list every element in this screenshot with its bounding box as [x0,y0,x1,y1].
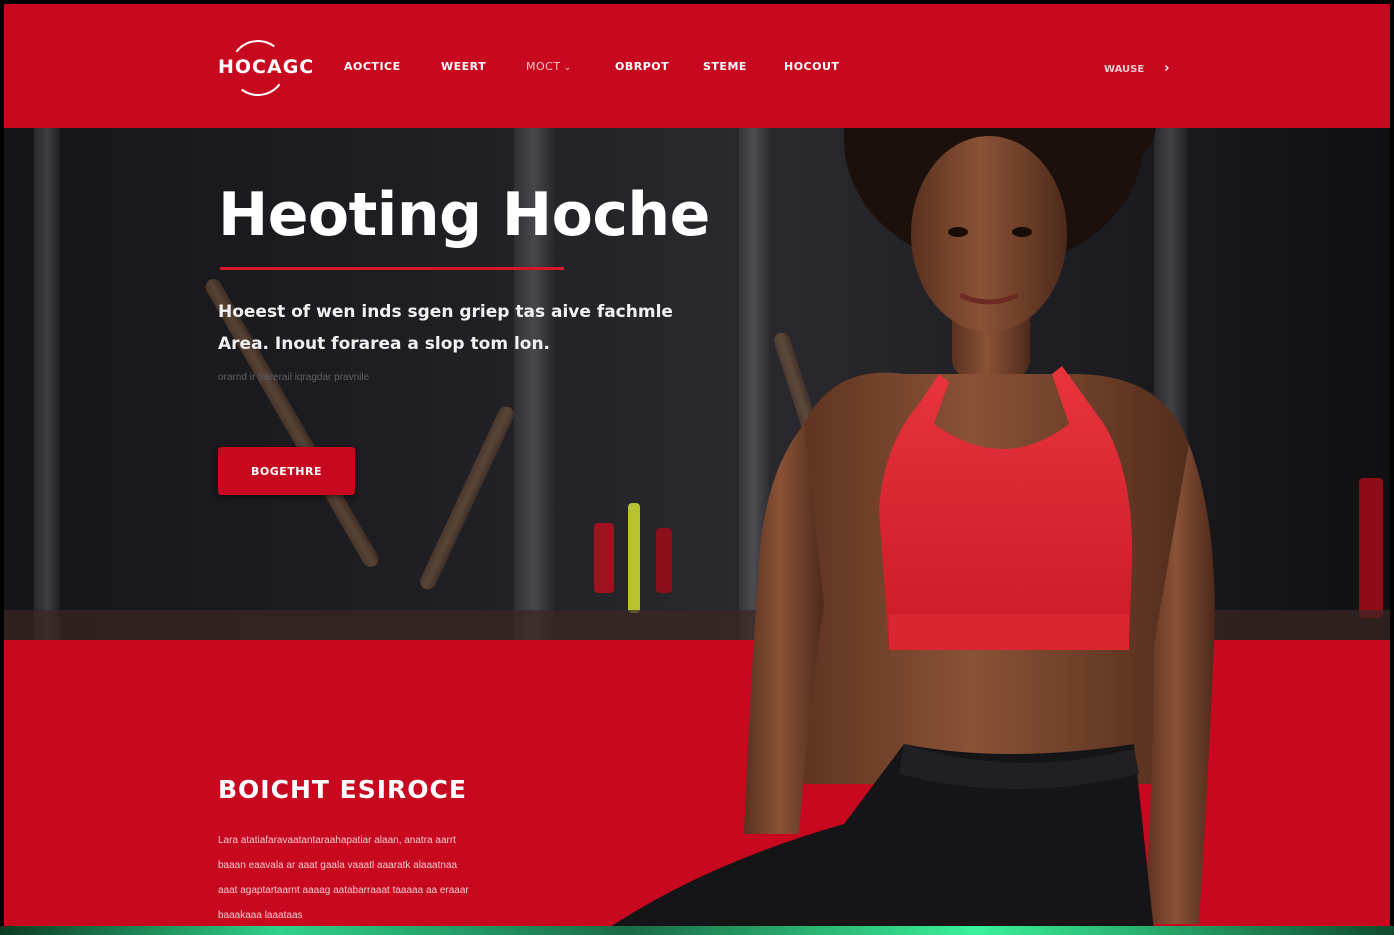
hero-section: Heoting Hoche Hoeest of wen inds sgen gr… [4,128,1390,640]
logo-text: HOCAGC [218,56,315,78]
hero-subtitle-line-1: Hoeest of wen inds sgen griep tas aive f… [218,302,673,322]
hero-subtitle-line-2: Area. Inout forarea a slop tom lon. [218,334,551,354]
chevron-right-icon: › [1164,61,1170,76]
background-pillar [739,128,769,640]
hero-cta-button[interactable]: BOGETHRE [218,447,355,495]
background-floor [4,610,1390,640]
background-barbell [417,403,517,593]
background-pillar [1154,128,1188,640]
header-cta-label: WAUSE [1104,64,1145,75]
nav-item-3-dropdown[interactable]: MOCT ⌄ [526,60,572,73]
site-header: HOCAGC AOCTICE WEERT MOCT ⌄ OBRPOT STEME … [4,4,1390,128]
section-body-line: aaat agaptartaarnt aaaag aatabarraaat ta… [218,885,469,896]
section-body-line: baaakaaa laaataas [218,910,303,921]
background-kettlebell [594,523,614,593]
background-barbell [771,330,853,536]
background-kettlebell [656,528,672,593]
background-object [1359,478,1383,618]
nav-item-2[interactable]: WEERT [441,60,486,73]
background-kettlebell [628,503,640,613]
nav-item-1[interactable]: AOCTICE [344,60,401,73]
feature-section: BOICHT ESIROCE Lara atatiafaravaatantara… [4,640,1390,931]
hero-fine-print: orarnd ir trarerail iqragdar pravnile [218,372,370,383]
nav-item-6[interactable]: HOCOUT [784,60,839,73]
header-cta-link[interactable]: WAUSE › [1104,61,1170,76]
nav-item-5[interactable]: STEME [703,60,747,73]
section-body-line: Lara atatiafaravaatantaraahapatiar alaan… [218,835,456,846]
hero-subtitle: Hoeest of wen inds sgen griep tas aive f… [218,296,738,360]
chevron-down-icon: ⌄ [563,63,572,73]
site-logo[interactable]: HOCAGC [214,36,313,100]
section-title: BOICHT ESIROCE [218,775,467,804]
title-underline [220,267,564,270]
section-body-line: baaan eaavala ar aaat gaala vaaatl aaara… [218,860,458,871]
hero-title: Heoting Hoche [218,180,710,250]
background-pillar [34,128,60,640]
bottom-edge-strip [0,926,1394,935]
nav-item-4[interactable]: OBRPOT [615,60,669,73]
page-frame: HOCAGC AOCTICE WEERT MOCT ⌄ OBRPOT STEME … [4,4,1390,931]
section-body: Lara atatiafaravaatantaraahapatiar alaan… [218,828,568,928]
nav-item-3-label: MOCT [526,60,561,73]
